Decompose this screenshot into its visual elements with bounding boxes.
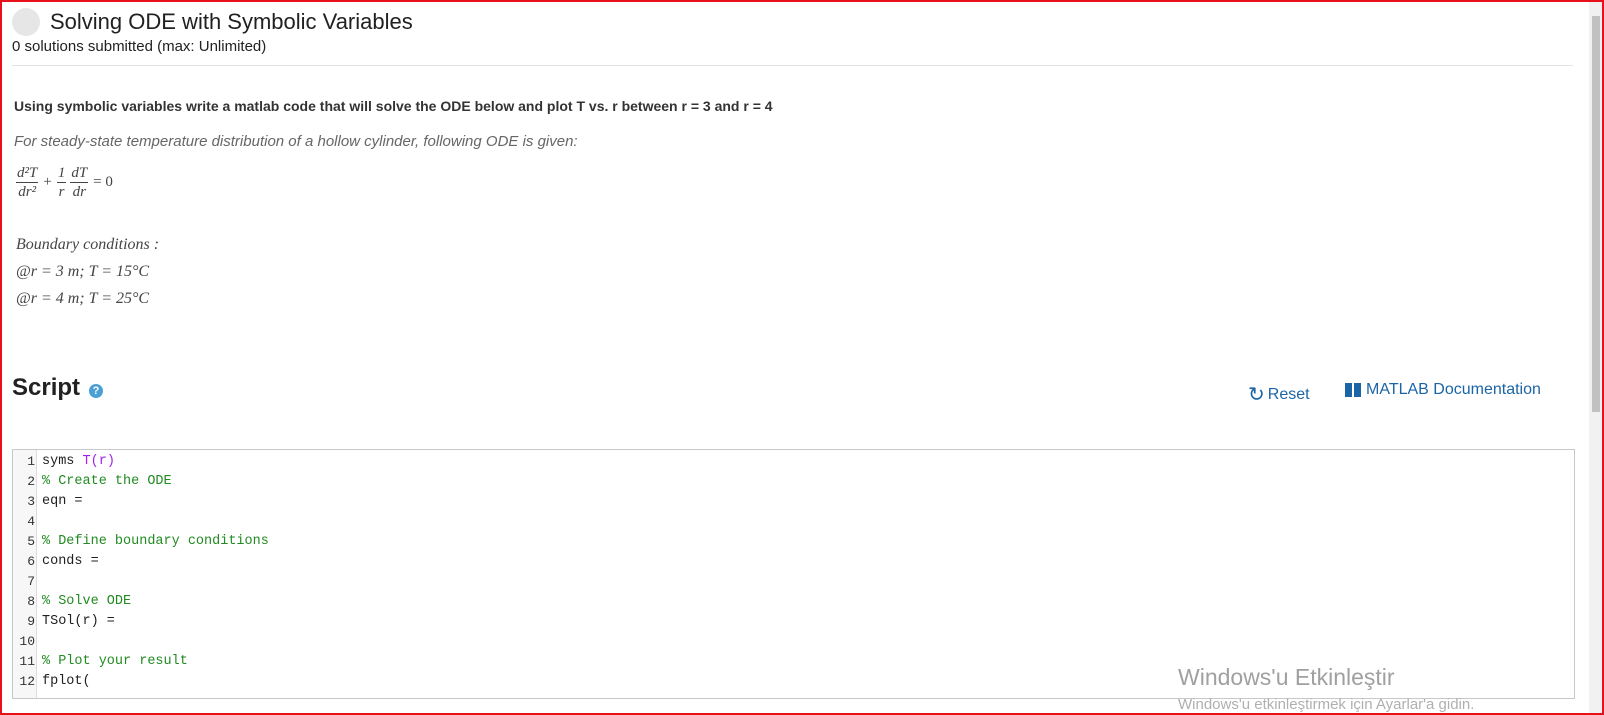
ode-term-1-den: dr² [18, 184, 37, 200]
line-number: 3 [27, 494, 35, 509]
ode-term-3-den: dr [72, 184, 86, 200]
code-symbolic-var: T(r) [82, 454, 115, 469]
code-keyword: syms [42, 454, 83, 469]
ode-term-3-num: dT [70, 165, 89, 183]
reset-icon: ↻ [1248, 384, 1265, 406]
book-icon [1345, 383, 1361, 397]
page-title: Solving ODE with Symbolic Variables [50, 9, 413, 34]
code-text: TSol(r) = [42, 612, 115, 632]
code-text: syms T(r) [42, 452, 115, 472]
code-statement: TSol(r) = [42, 614, 115, 629]
problem-statement: Using symbolic variables write a matlab … [14, 98, 773, 114]
ode-plus: + [43, 174, 52, 190]
line-number: 6 [27, 554, 35, 569]
solutions-count: 0 solutions submitted (max: Unlimited) [12, 38, 267, 55]
ode-rhs: = 0 [93, 174, 113, 190]
line-number: 2 [27, 474, 35, 489]
help-icon[interactable]: ? [89, 384, 103, 398]
line-number: 1 [27, 454, 35, 469]
header-divider [12, 65, 1573, 66]
reset-button[interactable]: ↻ Reset [1248, 382, 1310, 407]
code-text: % Solve ODE [42, 592, 131, 612]
code-comment: % Define boundary conditions [42, 534, 269, 549]
ode-term-3: dT dr [70, 164, 89, 201]
matlab-documentation-label: MATLAB Documentation [1366, 381, 1541, 398]
code-text: % Create the ODE [42, 472, 172, 492]
code-comment: % Plot your result [42, 654, 188, 669]
activation-watermark-title: Windows'u Etkinleştir [1178, 664, 1395, 690]
code-editor[interactable]: 1 syms T(r) 2 % Create the ODE 3 eqn = 4 5 % Def… [12, 449, 1575, 699]
code-text: conds = [42, 552, 99, 572]
problem-description: For steady-state temperature distributio… [14, 133, 578, 150]
boundary-conditions-title: Boundary conditions : [16, 236, 160, 253]
status-circle-icon [12, 8, 40, 36]
ode-term-1-num: d²T [16, 165, 39, 183]
ode-term-2-den: r [58, 184, 65, 200]
line-number: 5 [27, 534, 35, 549]
ode-term-1: d²T dr² [16, 164, 39, 201]
ode-equation: d²T dr² + 1 r dT dr = 0 [14, 164, 116, 201]
line-number: 12 [19, 674, 35, 689]
code-statement: fplot( [42, 674, 91, 689]
activation-watermark-text: Windows'u etkinleştirmek için Ayarlar'a … [1178, 696, 1475, 713]
line-number: 10 [19, 634, 35, 649]
matlab-documentation-link[interactable]: MATLAB Documentation [1345, 381, 1541, 399]
code-text: eqn = [42, 492, 83, 512]
line-number: 11 [19, 654, 35, 669]
reset-label: Reset [1267, 385, 1310, 403]
code-text: % Define boundary conditions [42, 532, 269, 552]
ode-term-2: 1 r [56, 164, 67, 201]
code-text: % Plot your result [42, 652, 188, 672]
code-statement: eqn = [42, 494, 83, 509]
ode-term-2-num: 1 [56, 165, 67, 183]
boundary-condition-1: @r = 3 m; T = 15°C [16, 263, 150, 280]
line-number: 8 [27, 594, 35, 609]
line-number: 9 [27, 614, 35, 629]
script-section-title: Script [12, 374, 81, 401]
line-number: 7 [27, 574, 35, 589]
code-statement: conds = [42, 554, 99, 569]
line-number: 4 [27, 514, 35, 529]
scrollbar-thumb[interactable] [1592, 16, 1600, 412]
boundary-condition-2: @r = 4 m; T = 25°C [16, 290, 150, 307]
code-comment: % Create the ODE [42, 474, 172, 489]
code-comment: % Solve ODE [42, 594, 132, 609]
code-text: fplot( [42, 672, 91, 692]
